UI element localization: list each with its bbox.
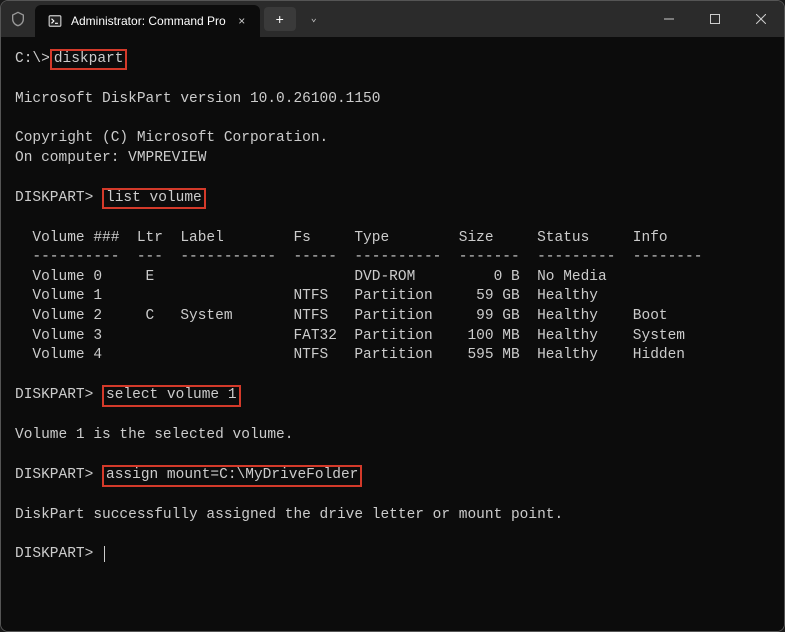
close-window-button[interactable] bbox=[738, 1, 784, 37]
line: DISKPART> assign mount=C:\MyDriveFolder bbox=[15, 467, 362, 483]
table-row: Volume 4 NTFS Partition 595 MB Healthy H… bbox=[15, 347, 685, 363]
highlight-cmd-select-volume: select volume 1 bbox=[102, 385, 241, 406]
cursor bbox=[104, 546, 105, 562]
window-controls bbox=[646, 1, 784, 37]
minimize-button[interactable] bbox=[646, 1, 692, 37]
shield-icon bbox=[1, 1, 35, 37]
table-row: Volume 3 FAT32 Partition 100 MB Healthy … bbox=[15, 328, 685, 344]
tab-close-button[interactable]: × bbox=[234, 13, 250, 29]
copyright-line: Copyright (C) Microsoft Corporation. bbox=[15, 130, 328, 146]
titlebar[interactable]: Administrator: Command Pro × + ⌄ bbox=[1, 1, 784, 37]
version-line: Microsoft DiskPart version 10.0.26100.11… bbox=[15, 91, 380, 107]
table-row: Volume 1 NTFS Partition 59 GB Healthy bbox=[15, 288, 598, 304]
table-row: Volume 0 E DVD-ROM 0 B No Media bbox=[15, 269, 607, 285]
assign-msg: DiskPart successfully assigned the drive… bbox=[15, 507, 563, 523]
terminal-icon bbox=[47, 13, 63, 29]
prompt: DISKPART> bbox=[15, 546, 102, 562]
line: C:\>diskpart bbox=[15, 51, 127, 67]
tab-dropdown-button[interactable]: ⌄ bbox=[300, 1, 328, 37]
table-divider: ---------- --- ----------- ----- -------… bbox=[15, 249, 702, 265]
table-header: Volume ### Ltr Label Fs Type Size Status… bbox=[15, 230, 668, 246]
line: DISKPART> select volume 1 bbox=[15, 387, 241, 403]
highlight-cmd-assign-mount: assign mount=C:\MyDriveFolder bbox=[102, 465, 362, 486]
terminal-content[interactable]: C:\>diskpart Microsoft DiskPart version … bbox=[1, 37, 784, 631]
maximize-button[interactable] bbox=[692, 1, 738, 37]
prompt: DISKPART> bbox=[15, 190, 102, 206]
titlebar-drag-region[interactable] bbox=[328, 1, 646, 37]
tab-active[interactable]: Administrator: Command Pro × bbox=[35, 5, 260, 37]
computer-line: On computer: VMPREVIEW bbox=[15, 150, 206, 166]
prompt: DISKPART> bbox=[15, 467, 102, 483]
terminal-window: Administrator: Command Pro × + ⌄ C:\>dis… bbox=[0, 0, 785, 632]
highlight-cmd-diskpart: diskpart bbox=[50, 49, 128, 70]
final-prompt-line: DISKPART> bbox=[15, 546, 105, 562]
new-tab-button[interactable]: + bbox=[264, 7, 296, 31]
prompt: C:\> bbox=[15, 51, 50, 67]
selected-msg: Volume 1 is the selected volume. bbox=[15, 427, 293, 443]
line: DISKPART> list volume bbox=[15, 190, 206, 206]
highlight-cmd-list-volume: list volume bbox=[102, 188, 206, 209]
tab-title: Administrator: Command Pro bbox=[71, 14, 226, 28]
table-row: Volume 2 C System NTFS Partition 99 GB H… bbox=[15, 308, 668, 324]
prompt: DISKPART> bbox=[15, 387, 102, 403]
